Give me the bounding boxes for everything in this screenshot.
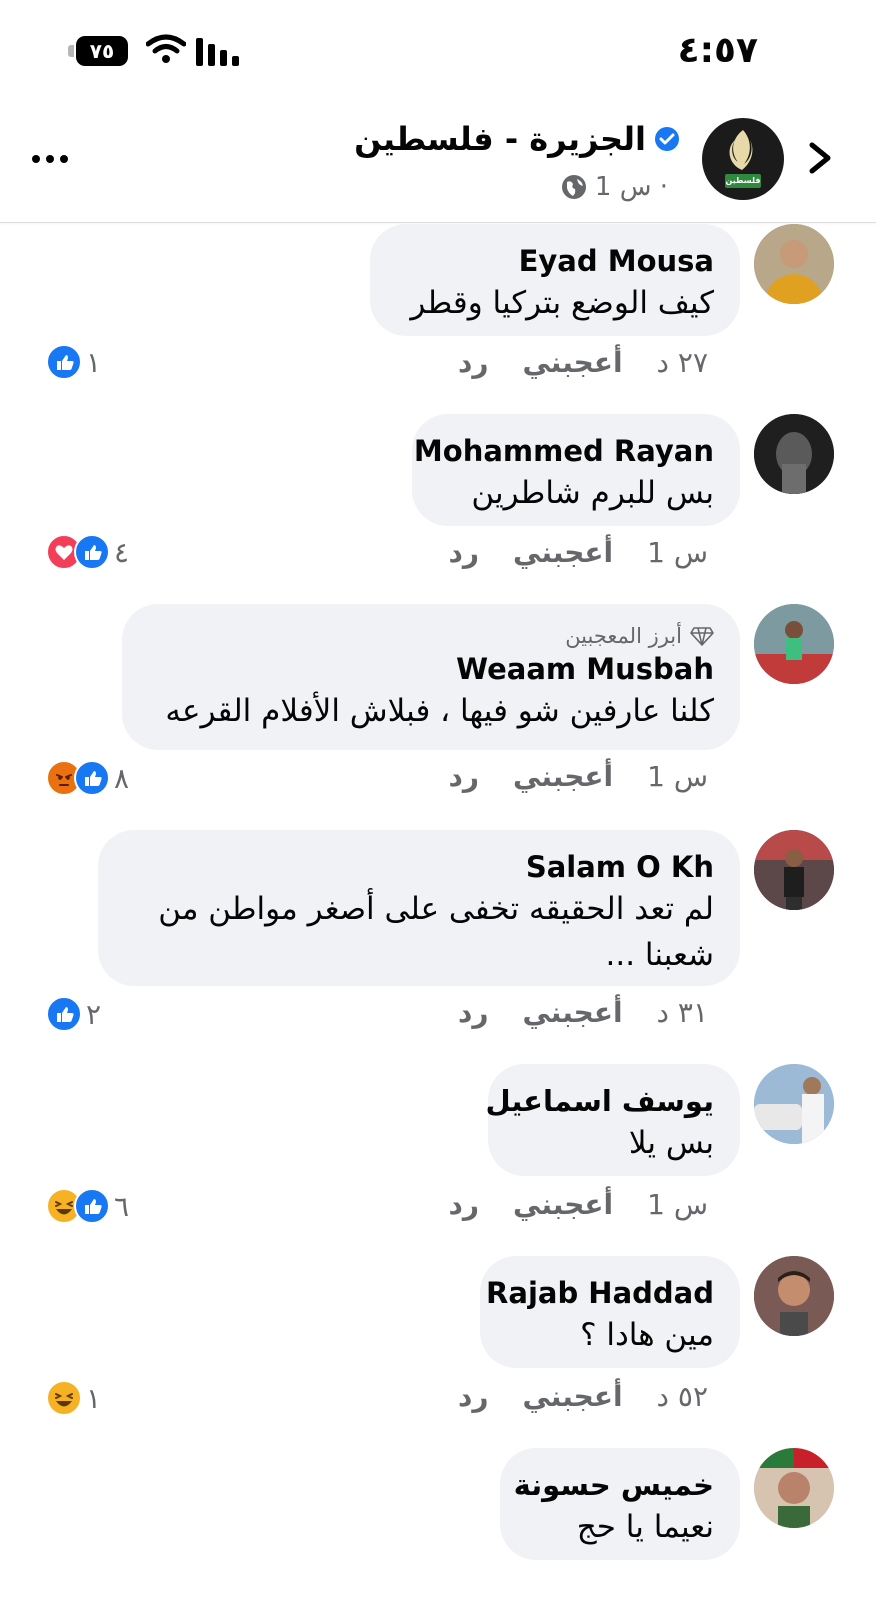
post-time: 1 س · [594, 172, 668, 202]
like-button[interactable]: أعجبني [522, 1380, 622, 1413]
wifi-icon [146, 34, 186, 63]
more-options-icon[interactable] [30, 144, 70, 174]
reply-button[interactable]: رد [449, 760, 480, 793]
comment-author[interactable]: Salam O Kh [124, 848, 714, 886]
reaction-summary[interactable]: ٢ [46, 996, 101, 1032]
avatar-tag: فلسطين [725, 174, 761, 188]
status-bar: ٧٥ ٤:٥٧ [0, 0, 876, 100]
commenter-avatar[interactable] [754, 1448, 834, 1528]
comment-bubble: Rajab Haddad مين هادا ؟ [480, 1256, 740, 1368]
like-reaction-icon [74, 760, 110, 796]
commenter-avatar[interactable] [754, 830, 834, 910]
post-meta: 1 س · [561, 172, 668, 202]
reaction-count: ١ [86, 345, 102, 379]
commenter-avatar[interactable] [754, 224, 834, 304]
comment-author[interactable]: Mohammed Rayan [414, 432, 714, 470]
reaction-count: ٨ [114, 761, 130, 795]
like-reaction-icon [74, 1188, 110, 1224]
comment-bubble: Eyad Mousa كيف الوضع بتركيا وقطر [370, 224, 740, 336]
comment-time: ٢٧ د [656, 346, 708, 379]
back-chevron-icon[interactable] [802, 140, 838, 176]
comment-author[interactable]: يوسف اسماعيل [485, 1082, 714, 1120]
page-name[interactable]: الجزيرة - فلسطين [354, 120, 646, 158]
page-name-row: الجزيرة - فلسطين [354, 120, 680, 158]
reply-button[interactable]: رد [458, 346, 489, 379]
post-header: فلسطين الجزيرة - فلسطين 1 س · [0, 100, 876, 223]
comment-time: 1 س [647, 536, 708, 569]
reaction-count: ٢ [86, 997, 102, 1031]
comment-time: 1 س [647, 1188, 708, 1221]
reply-button[interactable]: رد [449, 1188, 480, 1221]
comment-bubble: أبرز المعجبين Weaam Musbah كلنا عارفين ش… [122, 604, 740, 750]
signal-icon [196, 38, 239, 66]
reply-button[interactable]: رد [458, 1380, 489, 1413]
comment-actions: ٣١ د أعجبني رد [458, 996, 708, 1029]
commenter-avatar[interactable] [754, 1064, 834, 1144]
comment-actions: 1 س أعجبني رد [449, 760, 709, 793]
reply-button[interactable]: رد [458, 996, 489, 1029]
like-button[interactable]: أعجبني [513, 1188, 613, 1221]
like-reaction-icon [46, 996, 82, 1032]
verified-badge-icon [655, 127, 679, 151]
comment-text: لم تعد الحقيقه تخفى على أصغر مواطن من شع… [158, 891, 714, 973]
comment-author[interactable]: خميس حسونة [514, 1466, 714, 1504]
comment-time: ٥٢ د [656, 1380, 708, 1413]
comment-bubble: يوسف اسماعيل بس يلا [485, 1064, 740, 1176]
reaction-summary[interactable]: ٨ [46, 760, 129, 796]
comment-author[interactable]: Rajab Haddad [486, 1274, 714, 1312]
like-button[interactable]: أعجبني [522, 346, 622, 379]
haha-reaction-icon [46, 1380, 82, 1416]
like-reaction-icon [74, 534, 110, 570]
comment-actions: ٥٢ د أعجبني رد [458, 1380, 708, 1413]
comment-author[interactable]: Eyad Mousa [396, 242, 714, 280]
reaction-summary[interactable]: ١ [46, 1380, 101, 1416]
globe-icon [561, 175, 586, 199]
clock: ٤:٥٧ [677, 30, 758, 71]
like-reaction-icon [46, 344, 82, 380]
like-button[interactable]: أعجبني [513, 536, 613, 569]
comment-time: 1 س [647, 760, 708, 793]
reaction-count: ٤ [114, 535, 130, 569]
top-fan-badge: أبرز المعجبين [148, 622, 714, 650]
reaction-count: ٦ [114, 1189, 130, 1223]
comment-text: كلنا عارفين شو فيها ، فبلاش الأفلام القر… [165, 693, 714, 729]
comment-actions: 1 س أعجبني رد [449, 1188, 709, 1221]
reaction-count: ١ [86, 1381, 102, 1415]
comment-text: مين هادا ؟ [580, 1317, 714, 1353]
like-button[interactable]: أعجبني [513, 760, 613, 793]
commenter-avatar[interactable] [754, 414, 834, 494]
comment-bubble: خميس حسونة نعيما يا حج [500, 1448, 740, 1560]
comment-actions: ٢٧ د أعجبني رد [458, 346, 708, 379]
commenter-avatar[interactable] [754, 604, 834, 684]
reaction-summary[interactable]: ١ [46, 344, 101, 380]
comment-text: نعيما يا حج [576, 1509, 714, 1545]
reaction-summary[interactable]: ٦ [46, 1188, 129, 1224]
top-fan-label: أبرز المعجبين [565, 624, 682, 648]
comment-author[interactable]: Weaam Musbah [148, 650, 714, 688]
comment-text: بس يلا [628, 1125, 714, 1161]
diamond-icon [690, 627, 714, 646]
comment-time: ٣١ د [656, 996, 708, 1029]
comment-bubble: Mohammed Rayan بس للبرم شاطرين [412, 414, 740, 526]
comment-actions: 1 س أعجبني رد [449, 536, 709, 569]
reply-button[interactable]: رد [449, 536, 480, 569]
comment-text: كيف الوضع بتركيا وقطر [410, 285, 714, 321]
battery-percentage: ٧٥ [89, 39, 115, 63]
comment-text: بس للبرم شاطرين [471, 475, 714, 511]
reaction-summary[interactable]: ٤ [46, 534, 129, 570]
commenter-avatar[interactable] [754, 1256, 834, 1336]
like-button[interactable]: أعجبني [522, 996, 622, 1029]
page-avatar[interactable]: فلسطين [702, 118, 784, 200]
comment-bubble: Salam O Kh لم تعد الحقيقه تخفى على أصغر … [98, 830, 740, 986]
battery-indicator: ٧٥ [68, 36, 128, 66]
